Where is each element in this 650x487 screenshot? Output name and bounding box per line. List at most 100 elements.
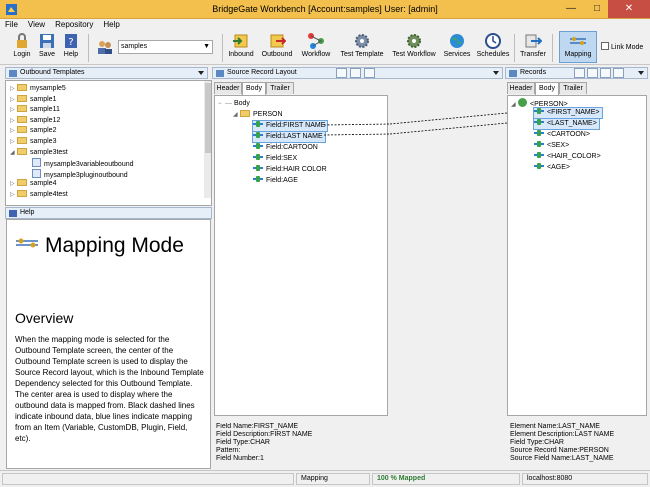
expanded-arrow-icon[interactable]: ◢ bbox=[10, 148, 17, 158]
folder-icon bbox=[17, 137, 27, 144]
collapsed-arrow-icon[interactable]: ▷ bbox=[10, 137, 17, 147]
field-icon bbox=[253, 154, 263, 160]
info-element-name: Element Name:LAST_NAME bbox=[510, 423, 600, 430]
template-item[interactable]: ▷ sample11 bbox=[10, 105, 60, 115]
template-item[interactable]: ▷ sample3 bbox=[10, 137, 56, 147]
workflow-button[interactable]: Workflow bbox=[299, 32, 333, 58]
source-field-info: Field Name:FIRST_NAME Field Description:… bbox=[216, 423, 396, 468]
login-button[interactable]: Login bbox=[10, 32, 34, 58]
menu-repository[interactable]: Repository bbox=[50, 19, 98, 29]
search-button[interactable] bbox=[587, 68, 598, 78]
move-down-button[interactable] bbox=[350, 68, 361, 78]
info-pattern: Pattern: bbox=[216, 447, 241, 454]
schedules-button[interactable]: Schedules bbox=[475, 32, 511, 58]
record-element[interactable]: <SEX> bbox=[534, 141, 569, 151]
menu-help[interactable]: Help bbox=[98, 19, 124, 29]
lock-icon bbox=[17, 33, 27, 48]
folder-icon bbox=[17, 190, 27, 197]
chevron-down-icon[interactable] bbox=[637, 69, 645, 77]
template-item[interactable]: ▷ sample2 bbox=[10, 126, 56, 136]
record-element[interactable]: <HAIR_COLOR> bbox=[534, 152, 601, 162]
tab-trailer[interactable]: Trailer bbox=[266, 82, 294, 94]
link-mode-label: Link Mode bbox=[611, 44, 644, 51]
mapping-label: Mapping bbox=[564, 51, 592, 58]
test-template-button[interactable]: Test Template bbox=[337, 32, 387, 58]
collapsed-arrow-icon[interactable]: ▷ bbox=[10, 190, 17, 200]
toolbar-separator bbox=[222, 34, 223, 62]
expand-button[interactable] bbox=[574, 68, 585, 78]
chevron-down-icon[interactable] bbox=[197, 69, 205, 77]
chevron-down-icon[interactable] bbox=[492, 69, 500, 77]
info-field-description: Field Description:FIRST NAME bbox=[216, 431, 313, 438]
element-icon bbox=[534, 152, 544, 158]
inbound-button[interactable]: Inbound bbox=[226, 32, 256, 58]
close-button[interactable]: ✕ bbox=[608, 0, 650, 18]
mapping-button[interactable]: Mapping bbox=[559, 31, 597, 63]
template-item[interactable]: mysample3pluginoutbound bbox=[32, 168, 128, 179]
source-field[interactable]: Field:HAIR COLOR bbox=[253, 165, 327, 175]
element-icon bbox=[534, 141, 544, 147]
template-item[interactable]: ▷ sample1 bbox=[10, 94, 57, 105]
test-workflow-label: Test Workflow bbox=[392, 51, 436, 58]
collapsed-arrow-icon[interactable]: ▷ bbox=[10, 126, 17, 136]
record-element[interactable]: <CARTOON> bbox=[534, 130, 590, 140]
collapsed-arrow-icon[interactable]: ▷ bbox=[10, 179, 17, 189]
source-layout-header: Source Record Layout bbox=[212, 67, 503, 79]
outbound-button[interactable]: Outbound bbox=[259, 32, 295, 58]
status-mode: Mapping bbox=[296, 473, 370, 485]
tab-header[interactable]: Header bbox=[214, 82, 242, 94]
source-field-label: Field:AGE bbox=[266, 177, 298, 184]
tab-body[interactable]: Body bbox=[242, 82, 266, 95]
collapsed-arrow-icon[interactable]: ▷ bbox=[10, 105, 17, 115]
save-button[interactable]: Save bbox=[36, 32, 58, 58]
element-icon bbox=[534, 130, 544, 136]
folder-icon bbox=[17, 126, 27, 134]
help-button[interactable]: ? Help bbox=[60, 32, 82, 58]
record-element[interactable]: <LAST_NAME> bbox=[533, 118, 600, 130]
services-button[interactable]: Services bbox=[441, 32, 473, 58]
record-element-label: <AGE> bbox=[547, 164, 570, 171]
record-root[interactable]: ◢ <PERSON> bbox=[511, 98, 568, 108]
template-item[interactable]: ▷ sample4test bbox=[10, 190, 68, 200]
source-field[interactable]: Field:AGE bbox=[253, 176, 298, 186]
tab-header[interactable]: Header bbox=[507, 82, 535, 94]
collapsed-arrow-icon[interactable]: ▷ bbox=[10, 95, 17, 105]
template-item[interactable]: ▷ sample12 bbox=[10, 115, 60, 126]
svg-text:?: ? bbox=[68, 37, 73, 48]
template-item[interactable]: mysample3variableoutbound bbox=[32, 158, 134, 168]
outbound-templates-header: Outbound Templates bbox=[5, 67, 208, 79]
help-heading: Mapping Mode bbox=[15, 234, 184, 257]
document-icon bbox=[32, 168, 41, 178]
record-element[interactable]: <AGE> bbox=[534, 163, 570, 173]
menu-file[interactable]: File bbox=[0, 19, 23, 29]
template-item-label: mysample3pluginoutbound bbox=[44, 171, 128, 179]
source-field[interactable]: Field:SEX bbox=[253, 154, 297, 164]
collapsed-arrow-icon[interactable]: ▷ bbox=[10, 84, 17, 94]
record-element-label: <HAIR_COLOR> bbox=[547, 153, 601, 160]
menu-view[interactable]: View bbox=[23, 19, 50, 29]
minimize-button[interactable]: — bbox=[558, 0, 584, 18]
test-workflow-button[interactable]: Test Workflow bbox=[390, 32, 438, 58]
toolbar-separator bbox=[552, 34, 553, 62]
checkbox-box[interactable] bbox=[601, 42, 609, 50]
move-up-button[interactable] bbox=[613, 68, 624, 78]
link-mode-checkbox[interactable]: Link Mode bbox=[601, 42, 643, 51]
template-item[interactable]: ▷ mysample5 bbox=[10, 84, 66, 94]
template-item[interactable]: ▷ sample4 bbox=[10, 179, 56, 189]
tab-body[interactable]: Body bbox=[535, 82, 559, 95]
record-element[interactable]: <FIRST_NAME> bbox=[533, 107, 603, 119]
expand-button[interactable] bbox=[336, 68, 347, 78]
transfer-button[interactable]: Transfer bbox=[518, 32, 548, 58]
folder-icon bbox=[17, 84, 27, 91]
maximize-button[interactable]: □ bbox=[584, 0, 610, 18]
template-item[interactable]: ◢ sample3test bbox=[10, 147, 68, 158]
move-down-button[interactable] bbox=[600, 68, 611, 78]
tab-trailer[interactable]: Trailer bbox=[559, 82, 587, 94]
field-icon bbox=[253, 165, 263, 171]
template-item-label: sample1 bbox=[30, 95, 57, 103]
source-field-label: Field:HAIR COLOR bbox=[266, 166, 327, 173]
records-icon bbox=[509, 70, 517, 77]
account-select[interactable]: samples ▼ bbox=[118, 40, 213, 54]
move-up-button[interactable] bbox=[364, 68, 375, 78]
collapsed-arrow-icon[interactable]: ▷ bbox=[10, 116, 17, 126]
